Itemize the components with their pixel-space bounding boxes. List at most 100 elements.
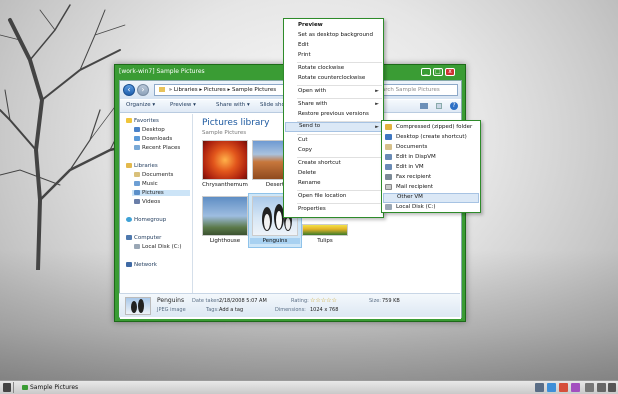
- nav-libraries[interactable]: Libraries: [126, 163, 158, 169]
- sendto-mail-recipient[interactable]: Mail recipient: [396, 184, 433, 190]
- details-tags-label: Tags:: [206, 307, 219, 313]
- details-tags-value[interactable]: Add a tag: [219, 307, 243, 313]
- menu-share-with[interactable]: Share with: [298, 101, 327, 107]
- thumb-label-tulips: Tulips: [317, 238, 333, 244]
- thumb-lighthouse[interactable]: [202, 196, 248, 236]
- menu-edit[interactable]: Edit: [298, 42, 309, 48]
- sendto-documents[interactable]: Documents: [396, 144, 427, 150]
- forward-button[interactable]: ›: [137, 84, 149, 96]
- sendto-zip[interactable]: Compressed (zipped) folder: [396, 124, 472, 130]
- nav-documents[interactable]: Documents: [134, 172, 173, 178]
- submenu-arrow-icon: ►: [375, 101, 379, 107]
- breadcrumb-pictures[interactable]: Pictures: [204, 87, 226, 93]
- menu-separator: [297, 85, 382, 86]
- preview-pane-icon[interactable]: [436, 103, 442, 109]
- thumb-label-penguins: Penguins: [250, 238, 300, 244]
- taskbar-task-sample-pictures[interactable]: Sample Pictures: [22, 383, 78, 393]
- menu-preview[interactable]: Preview: [298, 22, 323, 28]
- vm-icon: [385, 154, 392, 160]
- thumb-chrysanthemum[interactable]: [202, 140, 248, 180]
- menu-print[interactable]: Print: [298, 52, 311, 58]
- send-to-submenu: Compressed (zipped) folder Desktop (crea…: [381, 120, 481, 213]
- navigation-pane: Favorites Desktop Downloads Recent Place…: [120, 114, 193, 306]
- submenu-arrow-icon: ►: [375, 124, 379, 130]
- rating-stars[interactable]: ☆☆☆☆☆: [310, 297, 337, 304]
- start-menu-icon[interactable]: [3, 383, 11, 392]
- details-dim-value: 1024 x 768: [310, 307, 339, 313]
- sendto-desktop[interactable]: Desktop (create shortcut): [396, 134, 467, 140]
- nav-music[interactable]: Music: [134, 181, 158, 187]
- sendto-edit-in-dispvm[interactable]: Edit in DispVM: [396, 154, 436, 160]
- homegroup-icon: [126, 217, 132, 222]
- nav-computer[interactable]: Computer: [126, 235, 161, 241]
- menu-separator: [297, 62, 382, 63]
- library-subtitle: Sample Pictures: [202, 130, 247, 136]
- nav-downloads[interactable]: Downloads: [134, 136, 172, 142]
- menu-set-desktop-background[interactable]: Set as desktop background: [298, 32, 373, 38]
- thumb-label-lighthouse: Lighthouse: [209, 238, 241, 244]
- clipboard-icon[interactable]: [597, 383, 606, 392]
- menu-delete[interactable]: Delete: [298, 170, 316, 176]
- details-type: JPEG image: [157, 307, 186, 313]
- network-tray-icon[interactable]: [535, 383, 544, 392]
- library-title: Pictures library: [202, 118, 270, 128]
- details-penguins-graphic: [131, 299, 144, 313]
- nav-desktop-label: Desktop: [142, 127, 165, 133]
- nav-videos[interactable]: Videos: [134, 199, 160, 205]
- updates-tray-icon[interactable]: [559, 383, 568, 392]
- nav-desktop[interactable]: Desktop: [134, 127, 165, 133]
- window-task-icon: [22, 385, 28, 390]
- nav-recent-label: Recent Places: [142, 145, 181, 151]
- breadcrumb-libraries[interactable]: Libraries: [174, 87, 198, 93]
- nav-favorites[interactable]: Favorites: [126, 118, 159, 124]
- menu-rename[interactable]: Rename: [298, 180, 321, 186]
- preview-button[interactable]: Preview ▾: [170, 102, 196, 108]
- minimize-button[interactable]: _: [421, 68, 431, 76]
- mail-icon: [385, 184, 392, 190]
- details-date-value[interactable]: 2/18/2008 5:07 AM: [219, 298, 267, 304]
- back-button[interactable]: ‹: [123, 84, 135, 96]
- breadcrumb-sample-pictures[interactable]: Sample Pictures: [232, 87, 276, 93]
- menu-copy[interactable]: Copy: [298, 147, 312, 153]
- volume-icon[interactable]: [585, 383, 594, 392]
- nav-network[interactable]: Network: [126, 262, 157, 268]
- recent-places-icon: [134, 145, 140, 150]
- menu-create-shortcut[interactable]: Create shortcut: [298, 160, 341, 166]
- sendto-other-vm[interactable]: Other VM: [383, 193, 479, 203]
- menu-open-file-location[interactable]: Open file location: [298, 193, 346, 199]
- menu-cut[interactable]: Cut: [298, 137, 307, 143]
- chat-tray-icon[interactable]: [547, 383, 556, 392]
- drive-icon: [385, 204, 392, 210]
- menu-properties[interactable]: Properties: [298, 206, 326, 212]
- nav-network-label: Network: [134, 262, 157, 268]
- nav-recent-places[interactable]: Recent Places: [134, 145, 180, 151]
- taskbar: Sample Pictures: [0, 380, 618, 394]
- help-icon[interactable]: ?: [450, 102, 458, 110]
- sendto-edit-in-vm[interactable]: Edit in VM: [396, 164, 424, 170]
- nav-music-label: Music: [142, 181, 158, 187]
- share-with-button[interactable]: Share with ▾: [216, 102, 250, 108]
- sendto-fax-recipient[interactable]: Fax recipient: [396, 174, 431, 180]
- nav-homegroup-label: Homegroup: [134, 217, 167, 223]
- details-rating-label: Rating:: [291, 298, 309, 304]
- thumb-tulips[interactable]: [302, 224, 348, 236]
- taskbar-divider: [13, 382, 14, 393]
- close-button[interactable]: x: [445, 68, 455, 76]
- nav-pictures[interactable]: Pictures: [132, 190, 190, 196]
- sendto-local-disk[interactable]: Local Disk (C:): [396, 204, 436, 210]
- menu-rotate-clockwise[interactable]: Rotate clockwise: [298, 65, 344, 71]
- libraries-icon: [126, 163, 132, 168]
- menu-send-to[interactable]: Send to: [285, 122, 382, 132]
- vm-manager-tray-icon[interactable]: [571, 383, 580, 392]
- power-icon[interactable]: [608, 383, 616, 392]
- organize-button[interactable]: Organize ▾: [126, 102, 155, 108]
- maximize-button[interactable]: □: [433, 68, 443, 76]
- views-icon[interactable]: [420, 103, 428, 109]
- nav-libraries-label: Libraries: [134, 163, 158, 169]
- nav-homegroup[interactable]: Homegroup: [126, 217, 166, 223]
- nav-local-disk[interactable]: Local Disk (C:): [134, 244, 182, 250]
- details-thumbnail: [125, 297, 151, 315]
- menu-restore-previous-versions[interactable]: Restore previous versions: [298, 111, 369, 117]
- menu-open-with[interactable]: Open with: [298, 88, 326, 94]
- menu-rotate-counterclockwise[interactable]: Rotate counterclockwise: [298, 75, 365, 81]
